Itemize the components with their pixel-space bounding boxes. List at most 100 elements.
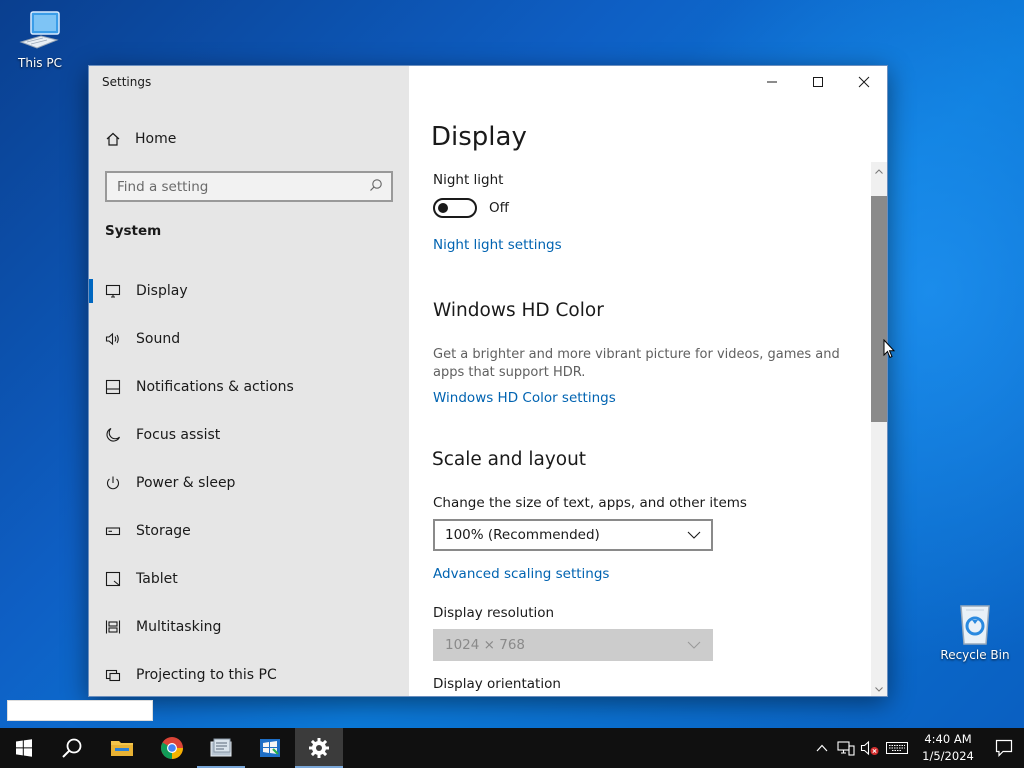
tray-chevron-up-icon[interactable] <box>810 728 834 768</box>
multitasking-icon <box>105 619 121 635</box>
projector-icon <box>105 667 121 683</box>
chevron-down-icon <box>687 641 701 649</box>
file-explorer-icon <box>111 741 133 756</box>
sidebar-item-label: Sound <box>136 331 181 347</box>
taskbar-chrome[interactable] <box>148 728 196 768</box>
sidebar-item-tablet[interactable]: Tablet <box>89 555 409 603</box>
scale-layout-heading: Scale and layout <box>432 449 587 470</box>
tablet-icon <box>105 571 121 587</box>
notification-icon <box>105 379 121 395</box>
taskbar: 4:40 AM 1/5/2024 <box>0 728 1024 768</box>
night-light-settings-link[interactable]: Night light settings <box>433 237 562 253</box>
power-icon <box>105 475 121 491</box>
clock-date: 1/5/2024 <box>922 749 974 763</box>
speaker-icon <box>105 331 121 347</box>
sidebar-item-power-sleep[interactable]: Power & sleep <box>89 459 409 507</box>
resolution-label: Display resolution <box>433 605 555 621</box>
page-title: Display <box>431 122 527 152</box>
scale-dropdown-value: 100% (Recommended) <box>445 527 600 543</box>
resolution-dropdown[interactable]: 1024 × 768 <box>433 629 713 661</box>
window-title: Settings <box>102 75 152 89</box>
close-icon <box>858 76 870 88</box>
taskbar-app-2[interactable] <box>246 728 294 768</box>
scale-dropdown[interactable]: 100% (Recommended) <box>433 519 713 551</box>
action-center-button[interactable] <box>984 728 1024 768</box>
sidebar-item-label: Display <box>136 283 188 299</box>
keyboard-icon[interactable] <box>882 728 912 768</box>
close-button[interactable] <box>841 66 887 98</box>
sidebar-item-projecting[interactable]: Projecting to this PC <box>89 651 409 696</box>
content-pane: Display Night light Off Night light sett… <box>409 66 887 696</box>
scroll-down-icon[interactable] <box>871 682 887 696</box>
start-icon <box>16 739 32 757</box>
network-icon[interactable] <box>834 728 858 768</box>
taskbar-file-explorer[interactable] <box>98 728 146 768</box>
desktop-icon-label: Recycle Bin <box>940 648 1010 662</box>
sidebar-item-label: Tablet <box>136 571 178 587</box>
sidebar-item-sound[interactable]: Sound <box>89 315 409 363</box>
home-label: Home <box>135 131 177 147</box>
search-icon <box>369 178 383 196</box>
start-button[interactable] <box>0 728 48 768</box>
sidebar-item-storage[interactable]: Storage <box>89 507 409 555</box>
chrome-icon <box>161 737 183 759</box>
sidebar-item-label: Multitasking <box>136 619 222 635</box>
sidebar-item-label: Projecting to this PC <box>136 667 277 683</box>
app-icon <box>210 738 232 757</box>
sidebar-item-label: Notifications & actions <box>136 379 294 395</box>
mouse-cursor-icon <box>883 339 895 359</box>
home-icon <box>105 131 121 147</box>
clock[interactable]: 4:40 AM 1/5/2024 <box>918 731 978 765</box>
sidebar-item-label: Storage <box>136 523 191 539</box>
notification-icon <box>995 739 1013 757</box>
taskbar-app-1[interactable] <box>197 728 245 768</box>
sidebar: Settings Home Find a setting System Disp… <box>89 66 409 696</box>
scrollbar[interactable] <box>871 162 887 696</box>
scroll-up-icon[interactable] <box>871 164 887 178</box>
minimize-icon <box>767 81 777 83</box>
sidebar-item-label: Focus assist <box>136 427 221 443</box>
scale-size-label: Change the size of text, apps, and other… <box>433 495 747 511</box>
sidebar-item-label: Power & sleep <box>136 475 236 491</box>
volume-muted-icon[interactable] <box>858 728 882 768</box>
blank-popup <box>7 700 153 721</box>
hd-color-heading: Windows HD Color <box>433 300 604 321</box>
taskbar-search-button[interactable] <box>48 728 96 768</box>
clock-time: 4:40 AM <box>924 732 972 746</box>
minimize-button[interactable] <box>749 66 795 98</box>
settings-icon <box>309 738 329 758</box>
computer-icon <box>19 11 60 49</box>
night-light-label: Night light <box>433 172 504 188</box>
app-icon-2 <box>260 739 280 757</box>
storage-icon <box>105 523 121 539</box>
moon-icon <box>105 427 121 443</box>
sidebar-nav: Display Sound Notifications & actions Fo… <box>89 267 409 696</box>
night-light-toggle[interactable] <box>433 198 477 218</box>
home-link[interactable]: Home <box>105 128 176 150</box>
sidebar-item-notifications[interactable]: Notifications & actions <box>89 363 409 411</box>
resolution-dropdown-value: 1024 × 768 <box>445 637 526 653</box>
sidebar-item-display[interactable]: Display <box>89 267 409 315</box>
maximize-button[interactable] <box>795 66 841 98</box>
taskbar-settings[interactable] <box>295 728 343 768</box>
orientation-label: Display orientation <box>433 676 561 692</box>
section-heading: System <box>105 223 162 239</box>
maximize-icon <box>813 77 823 87</box>
hd-color-settings-link[interactable]: Windows HD Color settings <box>433 390 616 406</box>
desktop-icon-recycle-bin[interactable]: Recycle Bin <box>937 600 1013 662</box>
settings-window: Settings Home Find a setting System Disp… <box>88 65 888 697</box>
monitor-icon <box>105 283 121 299</box>
sidebar-item-focus-assist[interactable]: Focus assist <box>89 411 409 459</box>
advanced-scaling-link[interactable]: Advanced scaling settings <box>433 566 609 582</box>
search-input[interactable]: Find a setting <box>105 171 393 202</box>
recycle-bin-icon <box>960 605 990 645</box>
scrollbar-thumb[interactable] <box>871 196 887 422</box>
desktop-icon-this-pc[interactable]: This PC <box>2 8 78 70</box>
chevron-down-icon <box>687 531 701 539</box>
search-placeholder: Find a setting <box>117 178 209 195</box>
night-light-state: Off <box>489 200 509 216</box>
sidebar-item-multitasking[interactable]: Multitasking <box>89 603 409 651</box>
system-tray: 4:40 AM 1/5/2024 <box>810 728 1024 768</box>
desktop-icon-label: This PC <box>18 56 62 70</box>
hd-color-description: Get a brighter and more vibrant picture … <box>433 347 840 380</box>
